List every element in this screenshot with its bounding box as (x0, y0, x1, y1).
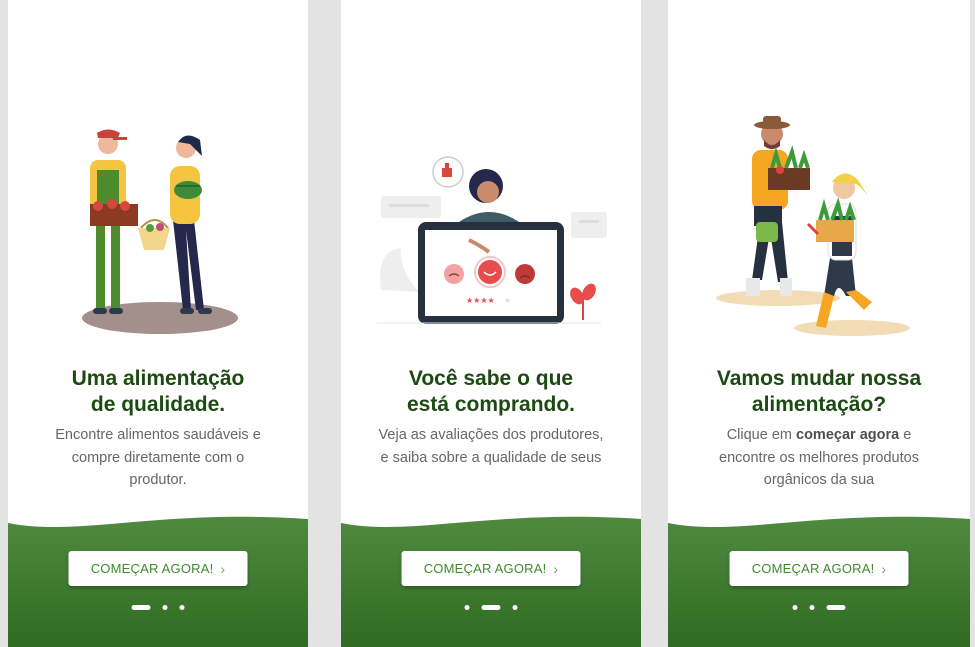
page-indicator (792, 605, 846, 610)
page-dot[interactable] (512, 605, 518, 610)
title-line-1: Uma alimentação (71, 367, 245, 390)
title-line-1: Vamos mudar nossa (716, 367, 922, 390)
title-line-2: de qualidade. (90, 393, 226, 416)
start-now-button[interactable]: COMEÇAR AGORA! › (729, 551, 909, 586)
farmers-walking-illustration (668, 100, 970, 350)
start-now-button-label: COMEÇAR AGORA! (90, 561, 214, 576)
page-dot[interactable] (809, 605, 815, 610)
start-now-button-label: COMEÇAR AGORA! (423, 561, 547, 576)
onboarding-screen-1: Uma alimentação de qualidade. Encontre a… (8, 0, 308, 647)
chevron-right-icon: › (553, 560, 559, 577)
page-title: Você sabe o que está comprando. (351, 366, 631, 418)
chevron-right-icon: › (881, 560, 887, 577)
page-title: Uma alimentação de qualidade. (18, 366, 298, 418)
onboarding-screen-3: Vamos mudar nossa alimentação? Clique em… (668, 0, 970, 647)
page-dot[interactable] (792, 605, 798, 610)
chevron-right-icon: › (220, 560, 226, 577)
page-dot[interactable] (162, 605, 168, 610)
page-dot[interactable] (179, 605, 185, 610)
svg-text:★★★★: ★★★★ (466, 296, 495, 305)
page-dot[interactable] (464, 605, 470, 610)
title-line-2: está comprando. (406, 393, 576, 416)
page-dot-active[interactable] (826, 605, 846, 610)
farmers-illustration (8, 100, 308, 350)
description-emphasis: começar agora (796, 427, 900, 443)
page-dot-active[interactable] (481, 605, 501, 610)
page-description: Veja as avaliações dos produtores, e sai… (378, 427, 604, 466)
start-now-button-label: COMEÇAR AGORA! (751, 561, 875, 576)
start-now-button[interactable]: COMEÇAR AGORA! › (401, 551, 581, 586)
title-line-1: Você sabe o que (408, 367, 574, 390)
title-line-2: alimentação? (751, 393, 887, 416)
svg-text:★: ★ (504, 296, 511, 305)
page-dot-active[interactable] (131, 605, 151, 610)
page-description: Encontre alimentos saudáveis e compre di… (55, 427, 261, 488)
page-indicator (131, 605, 185, 610)
page-description: Clique em começar agora e encontre os me… (702, 424, 936, 490)
page-title: Vamos mudar nossa alimentação? (678, 366, 960, 418)
page-indicator (464, 605, 518, 610)
start-now-button[interactable]: COMEÇAR AGORA! › (68, 551, 248, 586)
onboarding-screen-2: ★★★★ ★ Você sabe o que está comprando. V… (341, 0, 641, 647)
description-prefix: Clique em (726, 427, 797, 443)
reviews-illustration: ★★★★ ★ (341, 100, 641, 350)
